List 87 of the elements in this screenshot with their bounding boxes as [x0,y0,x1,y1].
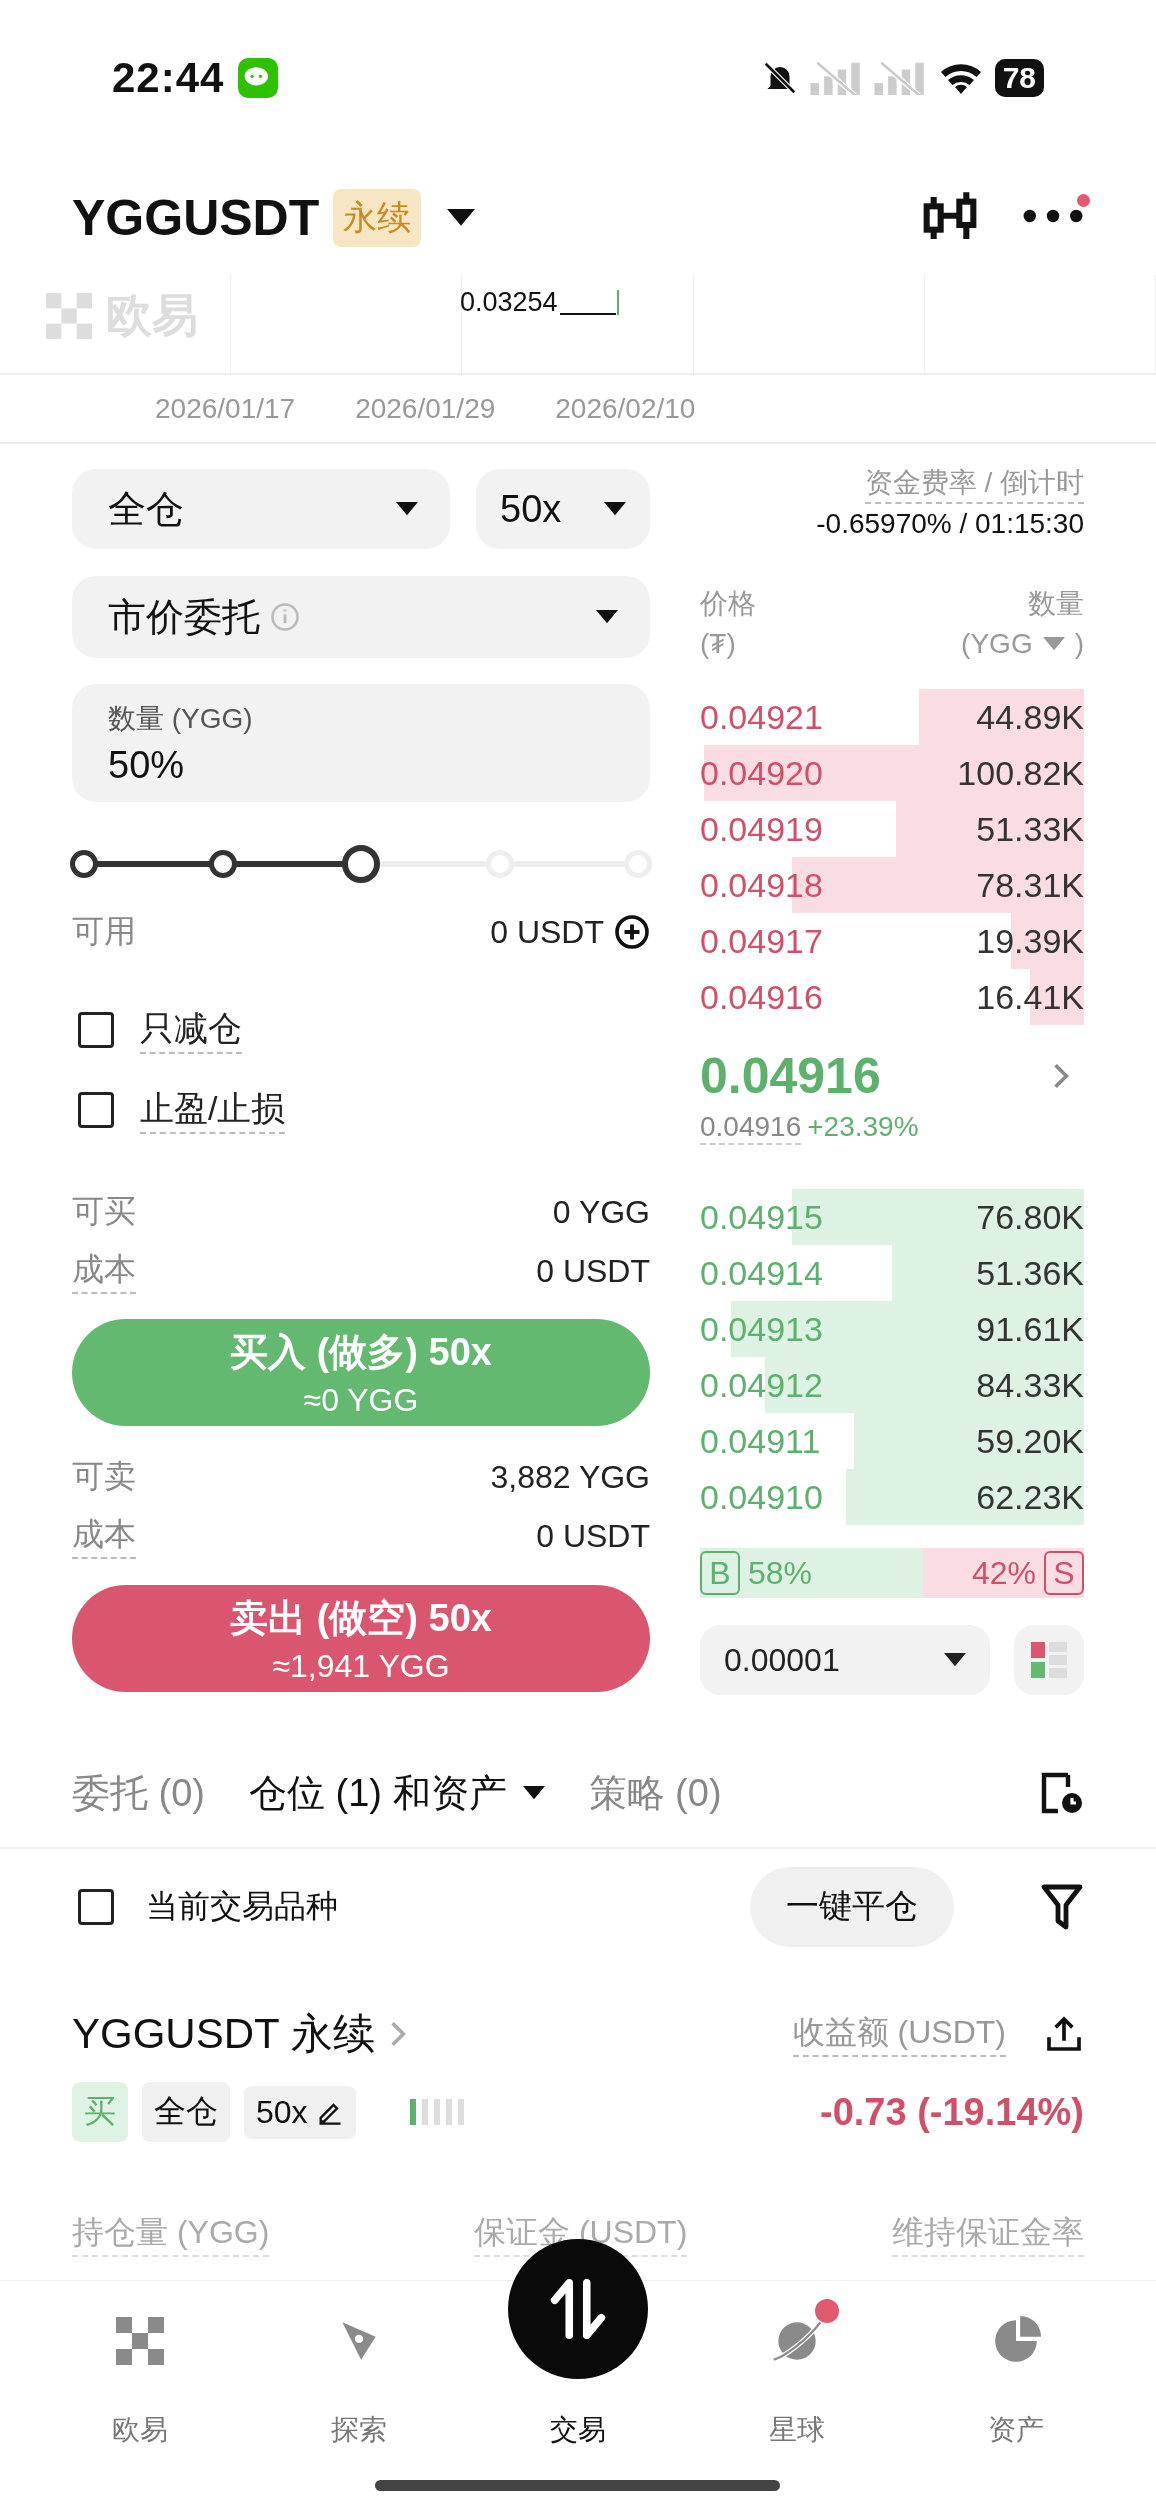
order-type-select[interactable]: 市价委托 [72,576,650,658]
position-tab[interactable]: 委托 (0) [72,1767,205,1819]
caret-icon [396,502,418,516]
available-value: 0 USDT [490,913,604,951]
checkbox[interactable] [78,1092,114,1128]
ask-row[interactable]: 0.04917 19.39K [700,913,1084,969]
info-icon [270,602,300,632]
filter-icon[interactable] [1040,1882,1084,1931]
buy-ratio-text: 58% [748,1554,813,1592]
cost-label: 成本 [72,1248,136,1294]
more-icon[interactable] [1022,207,1084,224]
caret-icon [596,610,618,624]
signal-icon [808,61,863,95]
add-circle-icon[interactable] [614,914,650,950]
nav-tab[interactable]: 交易 [550,2411,606,2449]
close-all-button[interactable]: 一键平仓 [750,1866,954,1947]
battery-level: 78 [994,59,1044,97]
checkbox[interactable] [78,1012,114,1048]
sell-short-button[interactable]: 卖出 (做空) 50x ≈1,941 YGG [72,1585,650,1692]
available-label: 可用 [72,912,136,951]
checkbox[interactable] [78,1888,114,1925]
chat-app-icon [238,58,279,98]
closing-paren: ) [1074,627,1084,661]
position-tab[interactable]: 策略 (0) [588,1767,722,1819]
position-tab[interactable]: 仓位 (1) 和资产 [249,1767,545,1819]
caret-icon [604,502,626,516]
dropdown-caret-icon [447,209,476,226]
option-label: 只减仓 [140,1006,242,1054]
last-price: 0.04916 [700,1047,881,1105]
checker-logo-icon [115,2317,164,2365]
order-book-layout-icon [1029,1640,1069,1680]
column-label: 维持保证金率 [892,2211,1084,2257]
filter-label: 当前交易品种 [146,1886,338,1926]
price-change: +23.39% [807,1111,919,1144]
sell-ratio-text: 42% [971,1554,1036,1592]
unit-caret-icon [1042,637,1065,651]
mark-price: 0.04916 [700,1111,802,1145]
ask-row[interactable]: 0.04920 100.82K [700,745,1084,801]
price-header: 价格 [700,587,756,621]
chevron-right-icon[interactable] [1052,1061,1070,1091]
position-title[interactable]: YGGUSDT 永续 [72,2006,375,2062]
axis-date: 2026/01/17 [155,392,296,425]
checker-logo-icon [46,293,92,339]
signal-icon [872,61,927,95]
symbol-title[interactable]: YGGUSDT [72,188,320,247]
quantity-field[interactable]: 数量 (YGG) 50% [72,684,650,802]
contract-tag: 永续 [333,188,422,247]
option-label: 止盈/止损 [140,1086,286,1134]
clock-time: 22:44 [112,54,225,102]
nav-tab[interactable]: 欧易 [111,2411,168,2449]
tab-caret-icon [522,1786,545,1800]
caret-icon [944,1653,966,1667]
sell-letter: S [1044,1551,1084,1595]
quantity-header: 数量 [1028,587,1084,621]
ask-row[interactable]: 0.04919 51.33K [700,801,1084,857]
max-sell-label: 可卖 [72,1457,136,1496]
cost-label: 成本 [72,1513,136,1559]
price-unit: (₮) [700,627,737,661]
ask-row[interactable]: 0.04916 16.41K [700,969,1084,1025]
value-text: 0 USDT [536,1517,650,1555]
price-line [557,289,620,316]
pnl-value: -0.73 (-19.14%) [820,2090,1084,2134]
value-text: 0 YGG [552,1193,650,1231]
funding-rate-label: 资金费率 / 倒计时 [864,464,1084,504]
risk-meter-icon [409,2099,464,2125]
layout-toggle[interactable] [1014,1625,1084,1695]
pnl-label: 收益额 (USDT) [792,2011,1006,2057]
share-icon[interactable] [1044,2014,1084,2054]
tick-size-select[interactable]: 0.00001 [700,1625,990,1695]
margin-mode-tag: 全仓 [142,2082,230,2142]
leverage-select[interactable]: 50x [476,469,650,549]
max-buy-label: 可买 [72,1192,136,1231]
axis-date: 2026/02/10 [555,392,696,425]
axis-date: 2026/01/29 [355,392,496,425]
funding-rate-value: -0.65970% / 01:15:30 [816,508,1084,540]
ask-row[interactable]: 0.04921 44.89K [700,689,1084,745]
nav-tab[interactable]: 探索 [330,2411,387,2449]
nav-tab[interactable]: 资产 [988,2411,1045,2449]
margin-mode-select[interactable]: 全仓 [72,469,450,549]
buy-letter: B [700,1551,740,1595]
side-tag: 买 [72,2082,128,2142]
nav-tab[interactable]: 星球 [769,2411,826,2449]
value-text: 0 USDT [536,1252,650,1290]
value-text: 3,882 YGG [490,1458,650,1496]
leverage-tag[interactable]: 50x [244,2085,356,2139]
column-label: 持仓量 (YGG) [72,2211,270,2257]
price-label: 0.03254 [460,287,558,318]
